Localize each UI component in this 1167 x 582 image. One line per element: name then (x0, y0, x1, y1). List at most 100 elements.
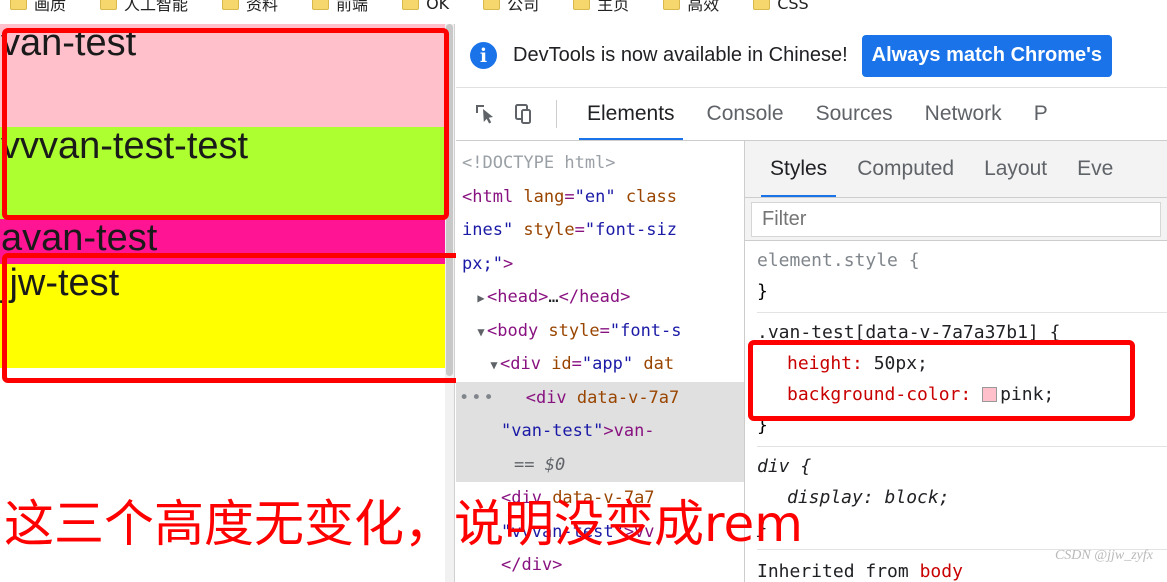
css-property-value[interactable]: 50px; (874, 353, 928, 374)
chevron-down-icon[interactable]: ▼ (488, 349, 500, 383)
dom-token: style (548, 320, 600, 341)
css-rule[interactable]: element.style {} (757, 241, 1167, 313)
dom-token: = (571, 354, 582, 374)
dom-token: <html (462, 186, 524, 207)
dom-token: "van-test" (501, 421, 604, 441)
css-selector[interactable]: element.style { (757, 245, 1167, 276)
css-selector[interactable]: div { (757, 451, 1167, 482)
bookmark-label: 人工智能 (124, 0, 189, 14)
css-rule-close: } (757, 415, 768, 436)
dom-tree-line[interactable]: <!DOCTYPE html> (456, 147, 744, 181)
dom-tree-line[interactable]: ines" style="font-siz (456, 214, 744, 248)
css-rule[interactable]: div {display: block;} (757, 447, 1167, 550)
tab-computed[interactable]: Computed (842, 141, 969, 197)
dom-tree-line[interactable]: ••• <div data-v-7a7 (456, 381, 744, 416)
filter-row (745, 198, 1167, 241)
folder-icon (222, 0, 240, 10)
css-declaration[interactable]: background-color: pink; (757, 379, 1167, 410)
bookmark-label: 主页 (597, 0, 630, 14)
devtools-tabstrip: Elements Console Sources Network P (456, 88, 1167, 141)
dom-token: ines" (462, 220, 514, 240)
always-match-chrome-button[interactable]: Always match Chrome's (861, 34, 1113, 77)
inspect-element-icon[interactable] (468, 97, 502, 131)
annotation-text: 这三个高度无变化，说明没变成rem (4, 495, 803, 553)
info-icon: i (470, 42, 497, 69)
styles-panel: Styles Computed Layout Eve element.style… (745, 141, 1167, 582)
bookmark-item[interactable]: CSS (753, 0, 809, 15)
css-property-value[interactable]: block; (885, 487, 950, 508)
folder-icon (100, 0, 118, 10)
css-declaration[interactable]: height: 50px; (757, 348, 1167, 379)
tab-sources[interactable]: Sources (800, 88, 909, 140)
page-scrollbar-thumb[interactable] (446, 24, 453, 376)
dom-tree-line[interactable]: ▼ <body style="font-s (456, 315, 744, 349)
page-block-van-test: van-test (0, 24, 446, 127)
css-rules-area[interactable]: element.style {} .van-test[data-v-7a7a37b… (745, 241, 1167, 557)
page-block-vvvan-test-test: vvvan-test-test (0, 127, 446, 219)
bookmarks-bar: 画质 人工智能 资料 前端 OK 公司 主页 高效 CSS (0, 0, 1167, 24)
tab-layout[interactable]: Layout (969, 141, 1062, 197)
dom-token: lang (523, 186, 565, 207)
bookmark-item[interactable]: 人工智能 (100, 0, 188, 15)
tab-event-listeners[interactable]: Eve (1062, 141, 1128, 197)
bookmark-item[interactable]: 前端 (312, 0, 368, 15)
dom-token: <body (487, 320, 549, 341)
dom-token: "en" (574, 186, 616, 207)
folder-icon (312, 0, 330, 10)
tab-elements[interactable]: Elements (571, 88, 691, 140)
dom-token: "font-s (609, 320, 682, 341)
bookmark-item[interactable]: 资料 (222, 0, 278, 15)
css-rule[interactable]: .van-test[data-v-7a7a37b1] {height: 50px… (757, 313, 1167, 447)
css-property-name[interactable]: background-color: (757, 384, 982, 405)
dom-token: > (502, 253, 514, 274)
tab-console[interactable]: Console (691, 88, 800, 140)
dom-token: id (551, 354, 572, 374)
dom-tree-line[interactable]: ▼ <div id="app" dat (456, 348, 744, 382)
devtools-notification-banner: i DevTools is now available in Chinese! … (456, 24, 1167, 88)
dom-tree-line[interactable]: <html lang="en" class (456, 181, 744, 215)
tab-styles[interactable]: Styles (755, 141, 842, 197)
css-selector[interactable]: .van-test[data-v-7a7a37b1] { (757, 317, 1167, 348)
dom-token: <div (525, 387, 577, 408)
dom-token: class (615, 186, 677, 207)
inherited-from-target[interactable]: body (920, 561, 963, 582)
filter-input[interactable] (751, 201, 1161, 237)
css-property-name[interactable]: height: (757, 353, 874, 374)
dom-tree-line[interactable]: px;"> (456, 248, 744, 282)
bookmark-item[interactable]: 画质 (10, 0, 66, 15)
dom-token: = (574, 220, 585, 240)
bookmark-item[interactable]: OK (402, 0, 449, 15)
bookmark-label: 前端 (336, 0, 369, 14)
dom-token: <!DOCTYPE html> (462, 153, 616, 173)
bookmark-item[interactable]: 主页 (573, 0, 629, 15)
tab-performance[interactable]: P (1018, 88, 1064, 140)
dom-token: <head> (487, 287, 549, 307)
dom-tree-line[interactable]: == $0 (456, 448, 744, 482)
dom-token: </head> (558, 287, 631, 307)
dom-tree-line[interactable]: ▶ <head>…</head> (456, 281, 744, 315)
dom-token: dat (633, 354, 675, 374)
dom-token: px;" (462, 253, 503, 274)
dom-token: = (599, 320, 610, 341)
dom-token: </div> (501, 555, 563, 575)
bookmark-item[interactable]: 公司 (483, 0, 539, 15)
bookmark-label: 公司 (507, 0, 540, 14)
chevron-right-icon[interactable]: ▶ (475, 282, 487, 316)
chevron-down-icon[interactable]: ▼ (475, 316, 487, 350)
more-nodes-icon[interactable]: ••• (459, 382, 496, 416)
dom-tree-line[interactable]: "van-test">van- (456, 415, 744, 449)
folder-icon (663, 0, 681, 10)
dom-token: … (548, 287, 559, 307)
device-toolbar-icon[interactable] (508, 97, 542, 131)
inherited-from-label: Inherited from (757, 561, 909, 582)
tab-network[interactable]: Network (909, 88, 1018, 140)
dom-token: == $0 (514, 454, 566, 475)
page-block-jjw-test: jjw-test (0, 264, 446, 368)
page-block-avan-test: avan-test (0, 219, 446, 264)
css-property-value[interactable]: pink; (1000, 384, 1054, 405)
color-swatch-icon[interactable] (982, 387, 998, 402)
banner-message: DevTools is now available in Chinese! (513, 44, 848, 66)
css-rule-close: } (757, 281, 768, 302)
css-declaration[interactable]: display: block; (757, 482, 1167, 513)
bookmark-item[interactable]: 高效 (663, 0, 719, 15)
